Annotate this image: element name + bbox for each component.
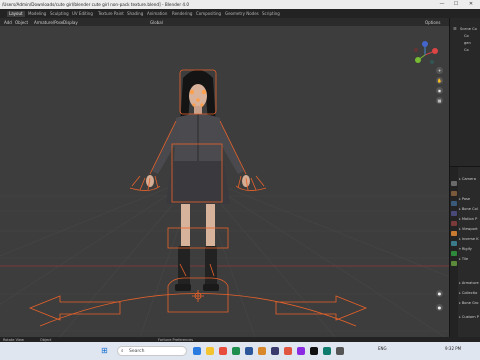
app-icon[interactable] <box>271 347 279 355</box>
app-icon[interactable] <box>245 347 253 355</box>
workspace-tab-bar: Layout Modeling Sculpting UV Editing Tex… <box>0 9 480 24</box>
3d-viewport[interactable] <box>0 26 449 337</box>
tab-shading[interactable]: Shading <box>127 11 143 17</box>
tab-animation[interactable]: Animation <box>147 11 167 17</box>
menu-object[interactable]: Object <box>15 20 28 25</box>
armature-data-tab-icon[interactable] <box>451 251 457 256</box>
prop-row-motion-paths[interactable]: ▸Motion P <box>459 217 477 223</box>
3d-cursor[interactable] <box>192 290 204 302</box>
menu-add[interactable]: Add <box>4 20 12 25</box>
shading-icon[interactable]: ● <box>436 304 443 311</box>
outliner-row[interactable]: gen <box>464 41 471 46</box>
render-tab-icon[interactable] <box>451 191 457 196</box>
world-tab-icon[interactable] <box>451 221 457 226</box>
tab-uv-editing[interactable]: UV Editing <box>72 11 93 17</box>
prop-row-tile[interactable]: ▸Tile <box>459 257 468 263</box>
tab-rendering[interactable]: Rendering <box>172 11 192 17</box>
prop-row-viewport-display[interactable]: ▸Viewport <box>459 227 478 233</box>
output-tab-icon[interactable] <box>451 201 457 206</box>
status-object: Object <box>40 337 52 342</box>
zoom-icon[interactable]: + <box>436 67 443 74</box>
maximize-button[interactable]: ☐ <box>450 1 462 8</box>
options-dropdown[interactable]: Options <box>425 20 440 25</box>
tab-modeling[interactable]: Modeling <box>28 11 46 17</box>
window-title: /Users/Admin/Downloads/cute girl/blender… <box>2 2 190 7</box>
prop-row-bone-groups[interactable]: ▸Bone Gro <box>459 301 479 307</box>
properties-panel: ▸Camera ▸Pose ▸Bone Col ▸Motion P ▸Viewp… <box>449 166 480 338</box>
tab-layout[interactable]: Layout <box>7 11 25 17</box>
search-icon: ⌕ <box>121 349 124 354</box>
pan-hand-icon[interactable]: ✋ <box>436 77 443 84</box>
overlay-icon[interactable]: ● <box>436 290 443 297</box>
app-icon[interactable] <box>284 347 292 355</box>
physics-tab-icon[interactable] <box>451 241 457 246</box>
tool-tab-icon[interactable] <box>451 181 457 186</box>
file-explorer-icon[interactable] <box>206 347 214 355</box>
viewport-header: Add Object Armature/Pose Display Global … <box>0 18 449 26</box>
prop-row-custom-properties[interactable]: ▸Custom P <box>459 315 479 321</box>
tab-texture-paint[interactable]: Texture Paint <box>98 11 124 17</box>
prop-row-camera[interactable]: ▸Camera <box>459 177 476 183</box>
minimize-button[interactable]: — <box>436 1 448 8</box>
outliner-row[interactable]: Co <box>464 48 469 53</box>
tab-scripting[interactable]: Scripting <box>262 11 280 17</box>
perspective-toggle-icon[interactable]: ▦ <box>436 97 443 104</box>
tab-sculpting[interactable]: Sculpting <box>50 11 69 17</box>
app-icon[interactable] <box>297 347 305 355</box>
menu-armature-pose[interactable]: Armature/Pose <box>34 20 63 25</box>
os-taskbar: ⊞ ⌕ Search ENG 9:32 PM <box>0 342 480 360</box>
camera-view-icon[interactable]: ◉ <box>436 87 443 94</box>
tray-language[interactable]: ENG <box>378 346 387 351</box>
outliner-row[interactable]: Co <box>464 34 469 39</box>
app-icon[interactable] <box>323 347 331 355</box>
window-title-bar: /Users/Admin/Downloads/cute girl/blender… <box>0 0 480 9</box>
bone-tab-icon[interactable] <box>451 261 457 266</box>
prop-row-bone-collections[interactable]: ▸Bone Col <box>459 207 478 213</box>
app-icon[interactable] <box>232 347 240 355</box>
transform-orientation-dropdown[interactable]: Global <box>150 20 163 25</box>
scene-tab-icon[interactable] <box>451 211 457 216</box>
prop-row-collection[interactable]: ▸Collectio <box>459 291 477 297</box>
tab-geometry-nodes[interactable]: Geometry Nodes <box>225 11 259 17</box>
collection-icon: ☰ <box>453 26 457 31</box>
tab-compositing[interactable]: Compositing <box>196 11 221 17</box>
close-button[interactable]: ✕ <box>465 1 477 8</box>
tray-clock[interactable]: 9:32 PM <box>445 346 461 351</box>
properties-tab-strip <box>450 167 458 338</box>
taskview-icon[interactable] <box>193 347 201 355</box>
prop-row-pose[interactable]: ▸Pose <box>459 197 470 203</box>
browser-icon[interactable] <box>219 347 227 355</box>
object-tab-icon[interactable] <box>451 231 457 236</box>
windows-start-icon[interactable]: ⊞ <box>101 346 108 355</box>
blender-icon[interactable] <box>258 347 266 355</box>
taskbar-search-box[interactable]: ⌕ Search <box>117 346 187 356</box>
prop-row-inverse-kinematics[interactable]: ▸Inverse K <box>459 237 479 243</box>
search-placeholder: Search <box>129 349 145 354</box>
viewport-scene <box>0 69 449 337</box>
app-icon[interactable] <box>336 347 344 355</box>
prop-row-rigify[interactable]: ▾Rigify <box>459 247 472 253</box>
app-icon[interactable] <box>310 347 318 355</box>
outliner-panel: ☰ Scene Co Co gen Co <box>449 18 480 166</box>
menu-display[interactable]: Display <box>63 20 78 25</box>
outliner-row-scene-collection[interactable]: Scene Co <box>460 27 477 32</box>
status-center-text: Fortune Preferences <box>158 337 194 342</box>
prop-row-armature[interactable]: ▸Armature <box>459 281 479 287</box>
status-rotate-view: Rotate View <box>3 337 24 342</box>
navigation-gizmo[interactable] <box>410 40 440 70</box>
